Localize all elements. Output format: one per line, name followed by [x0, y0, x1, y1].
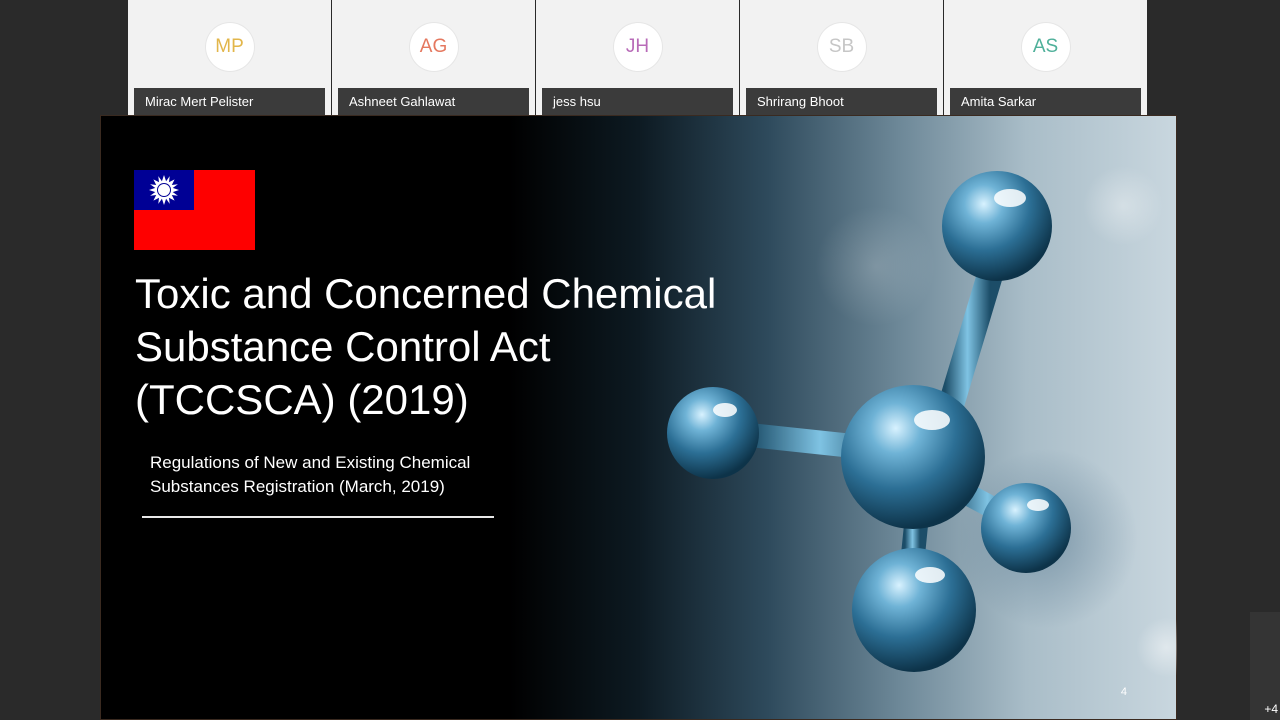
- participant-name: Ashneet Gahlawat: [338, 88, 529, 115]
- participant-tile[interactable]: AG Ashneet Gahlawat: [332, 0, 535, 115]
- divider: [142, 516, 494, 518]
- participant-name: jess hsu: [542, 88, 733, 115]
- participant-name: Mirac Mert Pelister: [134, 88, 325, 115]
- avatar: SB: [817, 23, 866, 71]
- participant-tile[interactable]: AS Amita Sarkar: [944, 0, 1147, 115]
- more-participants-tab[interactable]: +4: [1250, 612, 1280, 720]
- participant-strip: MP Mirac Mert Pelister AG Ashneet Gahlaw…: [128, 0, 1149, 115]
- taiwan-flag-icon: [134, 170, 255, 250]
- more-participants-count[interactable]: +4: [1264, 702, 1278, 716]
- participant-tile[interactable]: MP Mirac Mert Pelister: [128, 0, 331, 115]
- slide-subtitle: Regulations of New and Existing Chemical…: [150, 453, 471, 496]
- avatar: JH: [613, 23, 662, 71]
- participant-name: Amita Sarkar: [950, 88, 1141, 115]
- participant-tile[interactable]: JH jess hsu: [536, 0, 739, 115]
- participant-tile[interactable]: SB Shrirang Bhoot: [740, 0, 943, 115]
- avatar: AG: [409, 23, 458, 71]
- molecule-illustration: [667, 171, 1071, 672]
- shared-slide: Toxic and Concerned Chemical Substance C…: [100, 115, 1177, 720]
- meeting-window: MP Mirac Mert Pelister AG Ashneet Gahlaw…: [0, 0, 1280, 720]
- avatar: AS: [1021, 23, 1070, 71]
- participant-name: Shrirang Bhoot: [746, 88, 937, 115]
- avatar: MP: [205, 23, 254, 71]
- slide-page-number: 4: [1120, 686, 1127, 698]
